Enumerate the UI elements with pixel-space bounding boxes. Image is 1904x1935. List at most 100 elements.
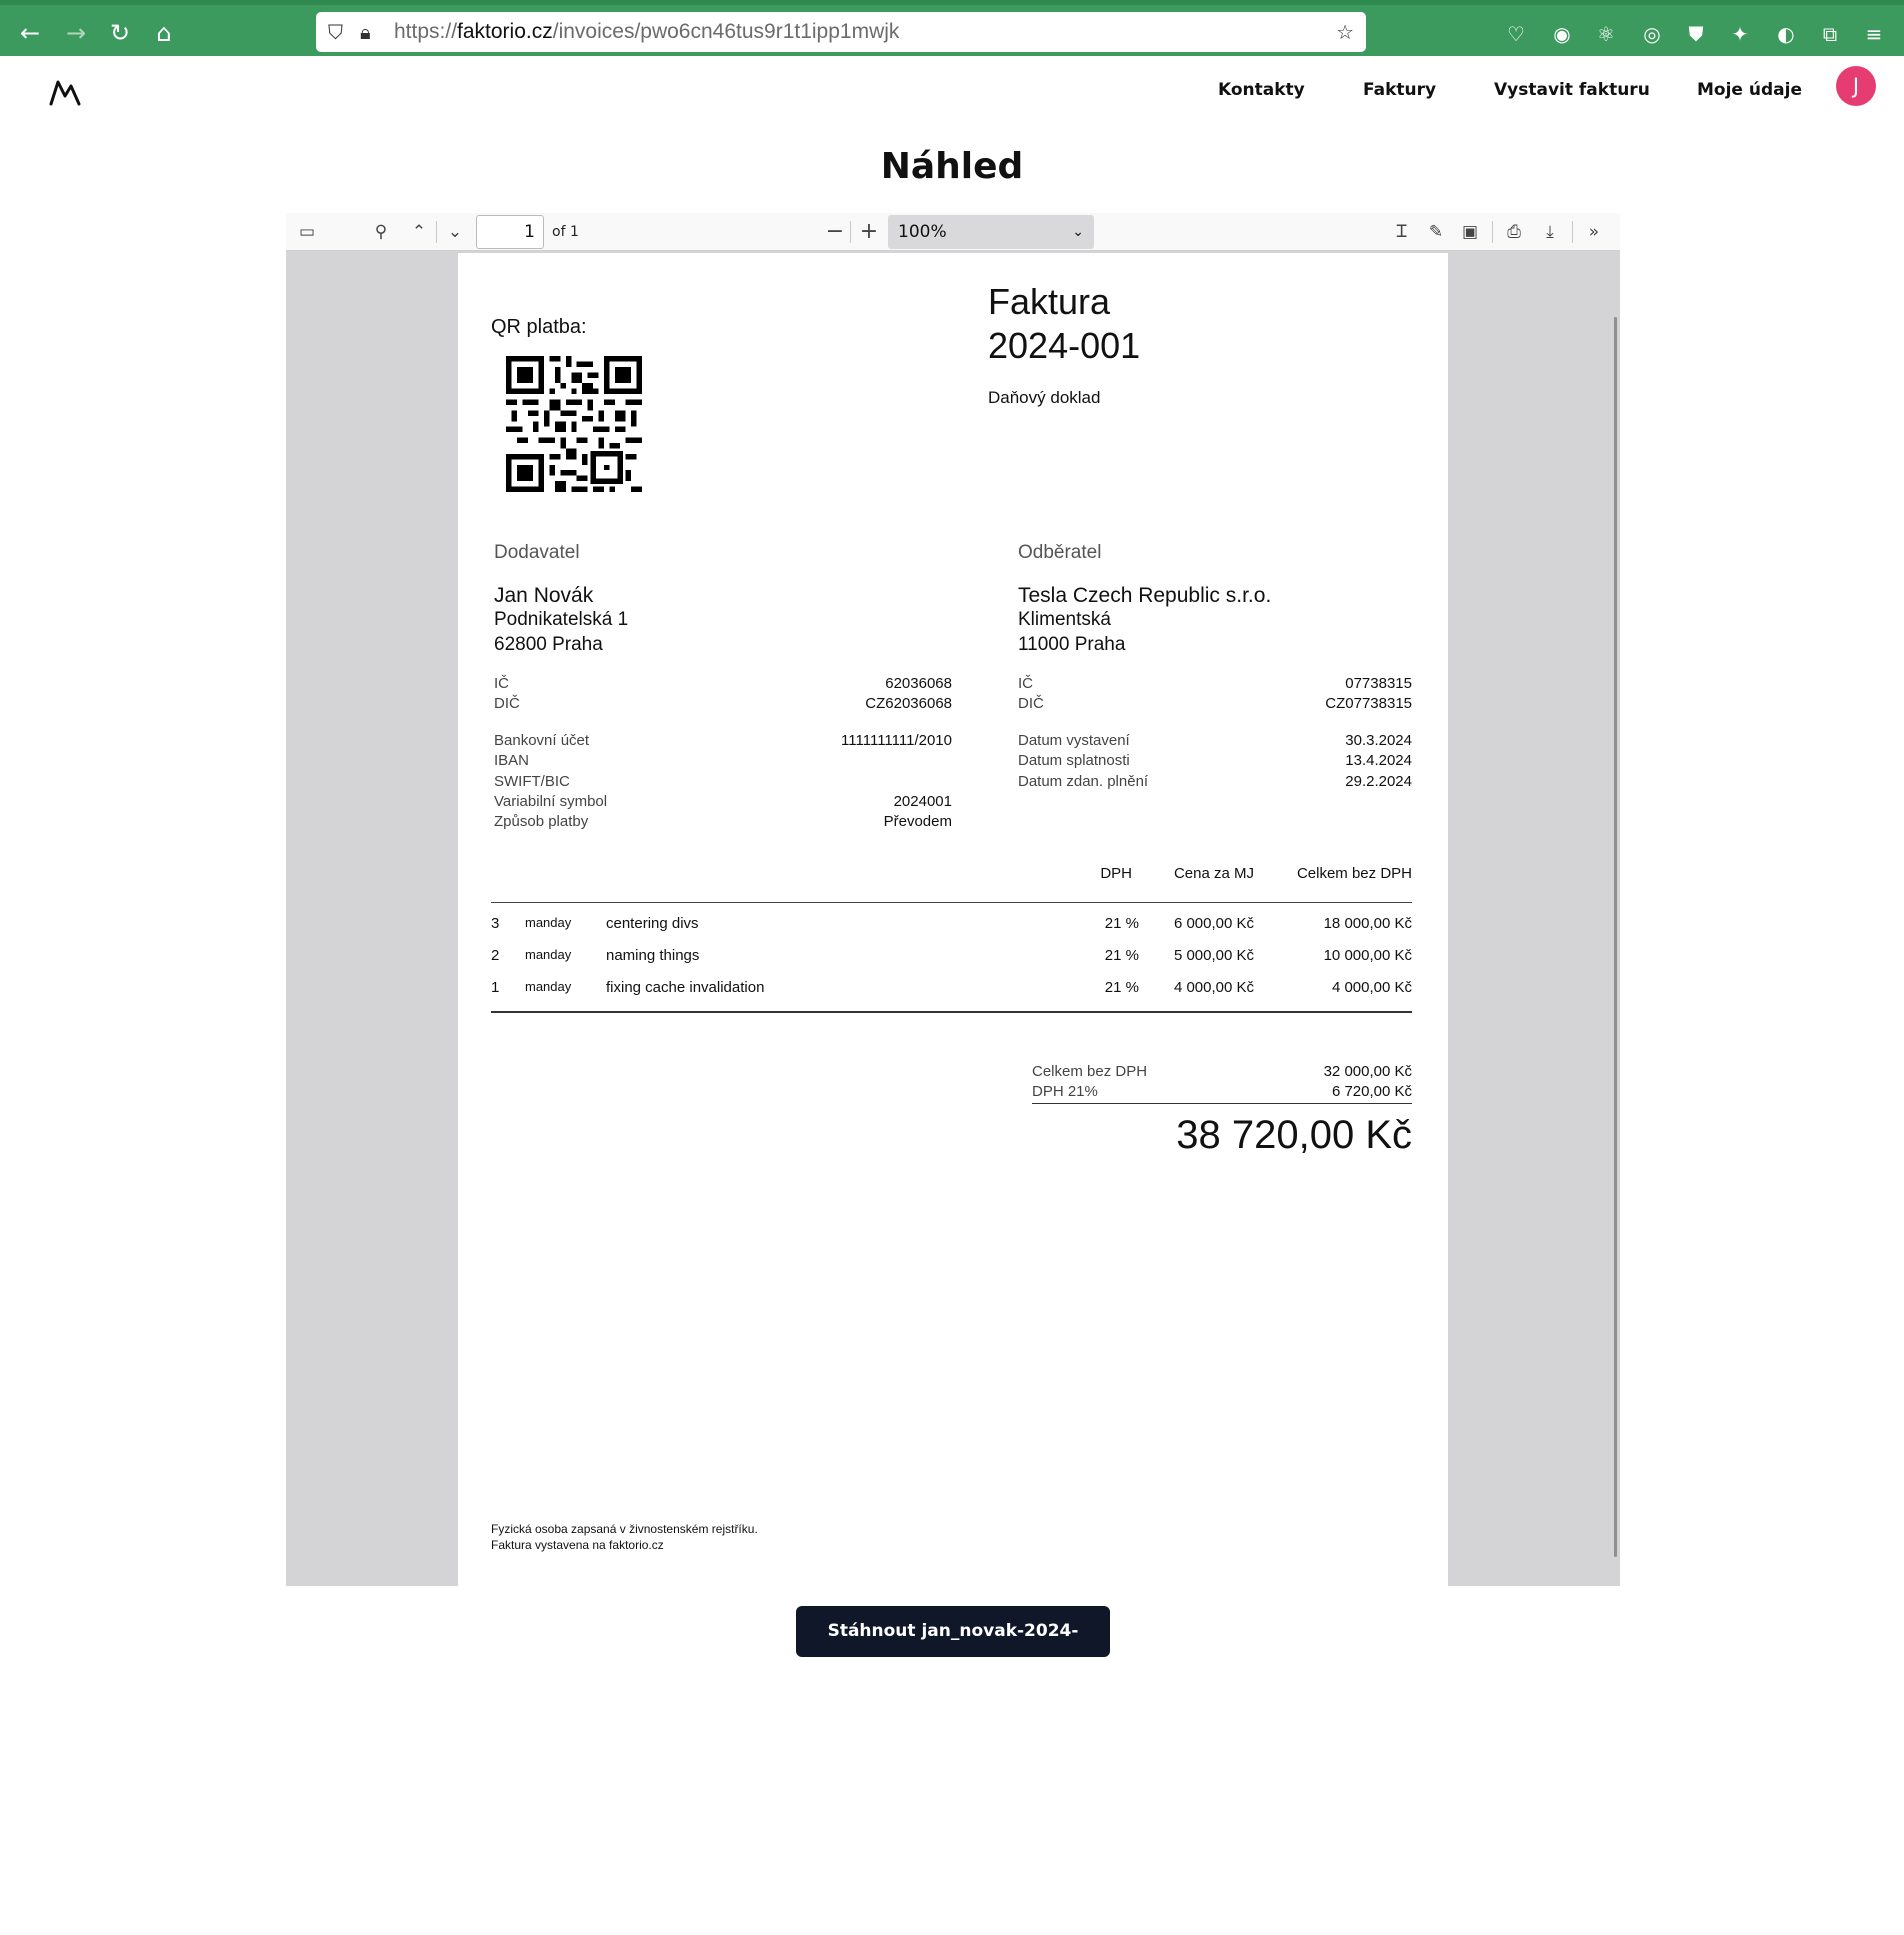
column-total: Celkem bez DPH (1296, 865, 1412, 882)
url-bar[interactable]: ⛉ 🔒︎ https://faktorio.cz/invoices/pwo6cn… (316, 12, 1366, 52)
supplier-ic: 62036068 (885, 675, 952, 692)
pdf-toolbar: ▭ ⚲ ⌃ ⌄ 1 of 1 − + 100% ⌄ Ꮖ ✎ ▣ ⎙ ⤓ » (286, 213, 1620, 251)
bank-account: 1111111111/2010 (841, 732, 952, 749)
customer-ic: 07738315 (1345, 675, 1412, 692)
zoom-in-icon[interactable]: + (856, 220, 882, 244)
subtotal: 32 000,00 Kč (1323, 1063, 1412, 1080)
nav-create-invoice[interactable]: Vystavit fakturu (1494, 80, 1650, 100)
invoice-footer-line1: Fyzická osoba zapsaná v živnostenském re… (491, 1522, 758, 1536)
account-icon[interactable]: ◉ (1550, 22, 1574, 46)
item-total: 4 000,00 Kč (1331, 979, 1412, 996)
text-cursor-icon[interactable]: Ꮖ (1390, 220, 1414, 244)
pdf-scrollbar[interactable] (1614, 317, 1617, 1557)
save-icon[interactable]: ⤓ (1538, 220, 1562, 244)
search-icon[interactable]: ⚲ (368, 220, 394, 244)
issue-date-label: Datum vystavení (1018, 732, 1130, 749)
chevron-down-icon: ⌄ (1072, 224, 1084, 240)
item-unit-price: 6 000,00 Kč (1173, 915, 1254, 932)
vat-amount: 6 720,00 Kč (1331, 1083, 1412, 1100)
item-qty: 2 (491, 947, 500, 964)
bank-account-label: Bankovní účet (494, 732, 590, 749)
more-tools-icon[interactable]: » (1582, 220, 1606, 244)
customer-street: Klimentská (1018, 609, 1111, 630)
lock-icon[interactable]: 🔒︎ (360, 20, 371, 44)
item-unit: manday (525, 915, 572, 930)
table-bottom-rule (491, 1011, 1412, 1013)
payment-method: Převodem (883, 813, 952, 830)
item-total: 10 000,00 Kč (1323, 947, 1412, 964)
column-unit-price: Cena za MJ (1173, 865, 1254, 882)
pdf-page: QR platba: Faktura 2024-001 Daňový dokla… (458, 253, 1448, 1586)
extensions-puzzle-icon[interactable]: ⧉ (1818, 22, 1842, 46)
swift-label: SWIFT/BIC (494, 773, 570, 790)
customer-heading: Odběratel (1018, 542, 1102, 563)
react-devtools-icon[interactable]: ⚛ (1594, 22, 1618, 46)
item-qty: 1 (491, 979, 500, 996)
avatar[interactable]: J (1836, 66, 1876, 106)
pdf-viewer: ▭ ⚲ ⌃ ⌄ 1 of 1 − + 100% ⌄ Ꮖ ✎ ▣ ⎙ ⤓ » QR… (286, 213, 1620, 1586)
zoom-out-icon[interactable]: − (822, 220, 848, 244)
shield-icon[interactable]: ⛉ (328, 20, 343, 44)
home-icon[interactable]: ⌂ (150, 19, 178, 47)
table-top-rule (491, 902, 1412, 903)
nav-my-details[interactable]: Moje údaje (1697, 80, 1802, 100)
reload-icon[interactable]: ↻ (106, 19, 134, 47)
taxable-date: 29.2.2024 (1345, 773, 1412, 790)
item-unit: manday (525, 979, 572, 994)
item-unit-price: 4 000,00 Kč (1173, 979, 1254, 996)
vat-label: DPH 21% (1032, 1083, 1098, 1100)
url-text[interactable]: https://faktorio.cz/invoices/pwo6cn46tus… (394, 20, 899, 44)
supplier-street: Podnikatelská 1 (494, 609, 629, 630)
extension-bird-icon[interactable]: ✦ (1728, 22, 1752, 46)
document-type: Daňový doklad (988, 388, 1101, 407)
qr-label: QR platba: (491, 316, 587, 338)
variable-symbol-label: Variabilní symbol (494, 793, 608, 810)
subtotal-label: Celkem bez DPH (1032, 1063, 1148, 1080)
privacy-shield-icon[interactable]: ⛊ (1684, 22, 1708, 46)
next-page-icon[interactable]: ⌄ (442, 220, 468, 244)
pocket-icon[interactable]: ♡ (1504, 22, 1528, 46)
customer-ic-label: IČ (1018, 675, 1033, 692)
sidebar-toggle-icon[interactable]: ▭ (294, 220, 320, 244)
supplier-name: Jan Novák (494, 584, 594, 607)
item-description: centering divs (606, 915, 699, 932)
previous-page-icon[interactable]: ⌃ (406, 220, 432, 244)
menu-icon[interactable]: ≡ (1862, 22, 1886, 46)
customer-dic: CZ07738315 (1325, 695, 1412, 712)
draw-pen-icon[interactable]: ✎ (1424, 220, 1448, 244)
print-icon[interactable]: ⎙ (1502, 220, 1526, 244)
supplier-heading: Dodavatel (494, 542, 580, 563)
customer-name: Tesla Czech Republic s.r.o. (1018, 584, 1272, 607)
column-vat: DPH (1100, 865, 1132, 882)
supplier-city: 62800 Praha (494, 634, 603, 655)
item-total: 18 000,00 Kč (1323, 915, 1412, 932)
item-vat: 21 % (1104, 947, 1139, 964)
customer-dic-label: DIČ (1018, 695, 1044, 712)
back-icon[interactable]: ← (16, 19, 44, 47)
bookmark-star-icon[interactable]: ☆ (1336, 20, 1354, 44)
zoom-select[interactable]: 100% ⌄ (888, 215, 1094, 249)
faktorio-logo[interactable] (48, 78, 82, 108)
invoice-number: 2024-001 (988, 325, 1141, 366)
nav-invoices[interactable]: Faktury (1363, 80, 1436, 100)
forward-icon[interactable]: → (62, 19, 90, 47)
due-date-label: Datum splatnosti (1018, 752, 1130, 769)
supplier-ic-label: IČ (494, 675, 509, 692)
invoice-title: Faktura (988, 281, 1111, 322)
iban-label: IBAN (494, 752, 530, 769)
item-unit-price: 5 000,00 Kč (1173, 947, 1254, 964)
qr-code (506, 356, 642, 492)
color-picker-icon[interactable]: ◎ (1640, 22, 1664, 46)
nav-contacts[interactable]: Kontakty (1218, 80, 1305, 100)
zoom-value: 100% (898, 222, 947, 242)
item-vat: 21 % (1104, 979, 1139, 996)
add-image-icon[interactable]: ▣ (1458, 220, 1482, 244)
url-path: /invoices/pwo6cn46tus9r1t1ipp1mwjk (552, 20, 900, 43)
extension-glasses-icon[interactable]: ◐ (1774, 22, 1798, 46)
variable-symbol: 2024001 (893, 793, 952, 810)
page-number-input[interactable]: 1 (476, 215, 544, 249)
customer-city: 11000 Praha (1018, 634, 1126, 655)
summary-rule (1032, 1103, 1412, 1104)
download-pdf-button[interactable]: Stáhnout jan_novak-2024-001.pdf (796, 1606, 1110, 1692)
issue-date: 30.3.2024 (1345, 732, 1412, 749)
